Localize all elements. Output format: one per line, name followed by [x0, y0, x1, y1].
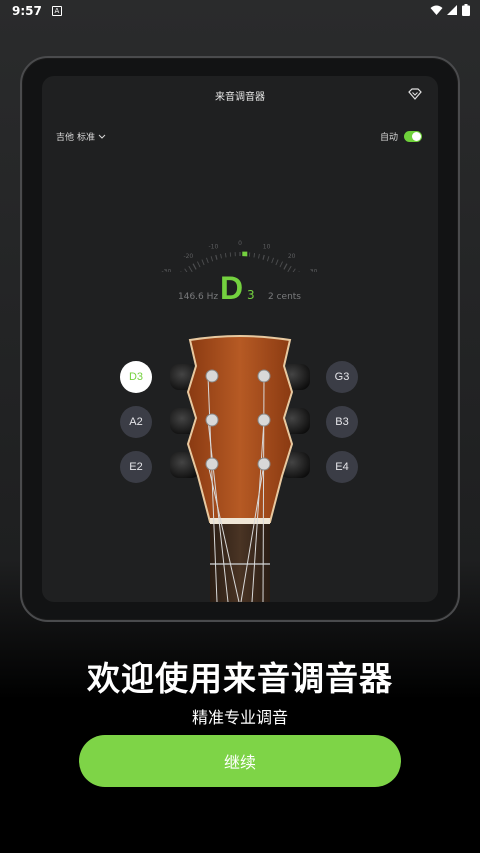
notification-icon: A: [51, 6, 62, 16]
instrument-label: 吉他: [56, 133, 75, 143]
detected-octave: 3: [247, 288, 255, 302]
gauge-label: 10: [263, 243, 271, 250]
tuning-mode-selector[interactable]: 吉他 标准: [56, 130, 106, 143]
string-label: G3: [334, 371, 350, 383]
guitar-headstock: [170, 335, 310, 602]
string-button-g3[interactable]: G3: [326, 361, 358, 393]
needle-marker: [242, 251, 248, 257]
app-title: 来音调音器: [215, 92, 265, 103]
detected-note: D: [220, 270, 244, 306]
string-button-b3[interactable]: B3: [326, 406, 358, 438]
vip-diamond-icon[interactable]: [408, 88, 422, 100]
auto-mode-row: 自动: [380, 130, 422, 143]
status-icons: [430, 4, 470, 16]
gauge-tick: [279, 261, 283, 269]
gauge-label: -30: [161, 268, 171, 272]
string-label: A2: [129, 416, 143, 428]
frequency-readout: 146.6 Hz: [178, 292, 219, 302]
status-time: 9:57: [12, 4, 42, 18]
gauge-label: 30: [310, 268, 318, 272]
welcome-subtitle: 精准专业调音: [191, 708, 288, 727]
welcome-title: 欢迎使用来音调音器: [87, 659, 393, 698]
wifi-icon: [430, 5, 443, 15]
gauge-label: -20: [183, 253, 193, 260]
status-bar: 9:57 A: [0, 0, 480, 22]
tuner-screen: 来音调音器 吉他 标准 自动 -50-40-30-20-100102030405…: [42, 76, 438, 602]
gauge-label: 0: [238, 240, 242, 247]
gauge-tick: [197, 261, 201, 269]
string-button-e4[interactable]: E4: [326, 451, 358, 483]
string-label: D3: [128, 371, 144, 383]
gauge-label: -10: [208, 243, 218, 250]
gauge-tick: [292, 268, 296, 272]
cents-readout: 2 cents: [268, 292, 301, 302]
continue-button[interactable]: 继续: [79, 735, 401, 787]
string-label: E2: [129, 461, 143, 473]
gauge-label: 20: [288, 253, 296, 260]
string-button-a2[interactable]: A2: [120, 406, 152, 438]
gauge-tick: [287, 265, 292, 272]
auto-label: 自动: [379, 133, 398, 143]
gauge-tick: [188, 265, 193, 272]
string-label: B3: [335, 416, 349, 428]
battery-icon: [462, 4, 470, 16]
chevron-down-icon: [98, 134, 106, 139]
gauge-tick: [184, 268, 188, 272]
tuner-gauge: -50-40-30-20-1001020304050: [161, 240, 318, 272]
string-button-e2[interactable]: E2: [120, 451, 152, 483]
string-button-d3[interactable]: D3: [120, 361, 152, 393]
tuning-label: 标准: [77, 133, 96, 143]
signal-icon: [447, 4, 457, 15]
auto-toggle[interactable]: [404, 131, 422, 142]
string-label: E4: [335, 461, 349, 473]
